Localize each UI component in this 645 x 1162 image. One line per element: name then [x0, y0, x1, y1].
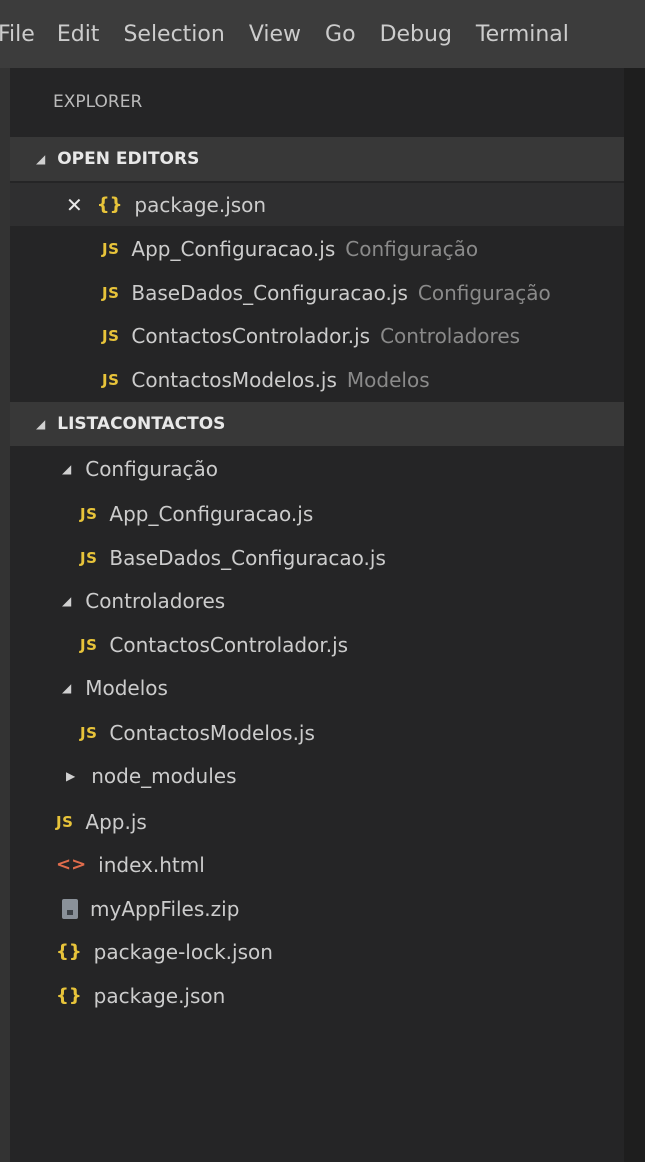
open-editor-folder-desc: Modelos — [346, 367, 430, 392]
js-file-icon: JS — [80, 504, 98, 523]
activity-bar-edge — [0, 68, 10, 1162]
html-file-icon: <> — [56, 854, 87, 875]
tree-item-label: Configuração — [85, 456, 219, 481]
js-file-icon: JS — [56, 812, 74, 831]
tree-file-basedados-configuracao[interactable]: JS BaseDados_Configuracao.js — [10, 536, 624, 579]
open-editor-label: package.json — [134, 192, 267, 217]
explorer-title: EXPLORER — [53, 92, 143, 112]
tree-item-label: ContactosControlador.js — [109, 632, 349, 657]
tree-item-label: Modelos — [85, 675, 168, 700]
js-file-icon: JS — [80, 723, 98, 742]
tree-folder-modelos[interactable]: ◢ Modelos — [10, 666, 624, 709]
chevron-right-icon: ▶ — [66, 768, 76, 783]
tree-file-package-json[interactable]: {} package.json — [10, 974, 624, 1017]
tree-item-label: App_Configuracao.js — [109, 501, 314, 526]
tree-item-label: node_modules — [91, 763, 237, 788]
chevron-down-icon: ◢ — [36, 417, 46, 431]
zip-file-icon — [62, 898, 78, 919]
chevron-down-icon: ◢ — [36, 152, 46, 166]
project-folder-label: LISTACONTACTOS — [57, 414, 226, 434]
open-editor-package-json[interactable]: ✕ {} package.json — [10, 183, 624, 226]
open-editor-label: App_Configuracao.js — [131, 236, 336, 261]
tree-item-label: Controladores — [85, 588, 226, 613]
open-editors-label: OPEN EDITORS — [57, 149, 200, 169]
menu-go[interactable]: Go — [325, 22, 356, 47]
menu-bar: File Edit Selection View Go Debug Termin… — [0, 0, 645, 68]
menu-debug[interactable]: Debug — [380, 22, 452, 47]
js-file-icon: JS — [102, 283, 120, 302]
open-editor-folder-desc: Controladores — [380, 323, 521, 348]
menu-edit[interactable]: Edit — [57, 22, 100, 47]
chevron-down-icon: ◢ — [62, 680, 72, 695]
tree-folder-configuracao[interactable]: ◢ Configuração — [10, 447, 624, 490]
menu-terminal[interactable]: Terminal — [476, 22, 569, 47]
tree-file-app-js[interactable]: JS App.js — [10, 800, 624, 843]
editor-edge — [624, 68, 645, 1162]
open-editor-label: ContactosModelos.js — [131, 367, 337, 392]
chevron-down-icon: ◢ — [62, 461, 72, 476]
chevron-down-icon: ◢ — [62, 593, 72, 608]
js-file-icon: JS — [80, 548, 98, 567]
tree-item-label: index.html — [98, 852, 205, 877]
tree-file-contactos-controlador[interactable]: JS ContactosControlador.js — [10, 623, 624, 666]
menu-selection[interactable]: Selection — [123, 22, 224, 47]
js-file-icon: JS — [102, 239, 120, 258]
open-editor-contactos-controlador[interactable]: JS ContactosControlador.js Controladores — [10, 314, 624, 357]
js-file-icon: JS — [102, 326, 120, 345]
js-file-icon: JS — [80, 635, 98, 654]
json-file-icon: {} — [56, 941, 82, 962]
tree-file-package-lock-json[interactable]: {} package-lock.json — [10, 930, 624, 973]
open-editor-folder-desc: Configuração — [345, 236, 479, 261]
open-editor-label: ContactosControlador.js — [131, 323, 371, 348]
json-file-icon: {} — [96, 194, 123, 215]
tree-file-contactos-modelos[interactable]: JS ContactosModelos.js — [10, 711, 624, 754]
open-editor-basedados-configuracao[interactable]: JS BaseDados_Configuracao.js Configuraçã… — [10, 271, 624, 314]
tree-file-myappfiles-zip[interactable]: myAppFiles.zip — [10, 887, 624, 930]
tree-file-app-configuracao[interactable]: JS App_Configuracao.js — [10, 492, 624, 535]
tree-folder-controladores[interactable]: ◢ Controladores — [10, 579, 624, 622]
open-editor-label: BaseDados_Configuracao.js — [131, 280, 408, 305]
open-editor-folder-desc: Configuração — [417, 280, 551, 305]
project-folder-header[interactable]: ◢ LISTACONTACTOS — [10, 402, 624, 446]
js-file-icon: JS — [102, 370, 120, 389]
open-editors-header[interactable]: ◢ OPEN EDITORS — [10, 137, 624, 181]
tree-item-label: BaseDados_Configuracao.js — [109, 545, 386, 570]
open-editor-app-configuracao[interactable]: JS App_Configuracao.js Configuração — [10, 227, 624, 270]
tree-item-label: ContactosModelos.js — [109, 720, 315, 745]
menu-view[interactable]: View — [249, 22, 301, 47]
tree-item-label: package-lock.json — [93, 939, 273, 964]
tree-folder-node-modules[interactable]: ▶ node_modules — [10, 754, 624, 797]
tree-item-label: myAppFiles.zip — [90, 896, 240, 921]
json-file-icon: {} — [56, 985, 82, 1006]
menu-file[interactable]: File — [0, 22, 35, 47]
tree-item-label: package.json — [93, 983, 226, 1008]
tree-item-label: App.js — [85, 809, 147, 834]
close-icon[interactable]: ✕ — [66, 193, 83, 217]
tree-file-index-html[interactable]: <> index.html — [10, 843, 624, 886]
open-editor-contactos-modelos[interactable]: JS ContactosModelos.js Modelos — [10, 358, 624, 401]
